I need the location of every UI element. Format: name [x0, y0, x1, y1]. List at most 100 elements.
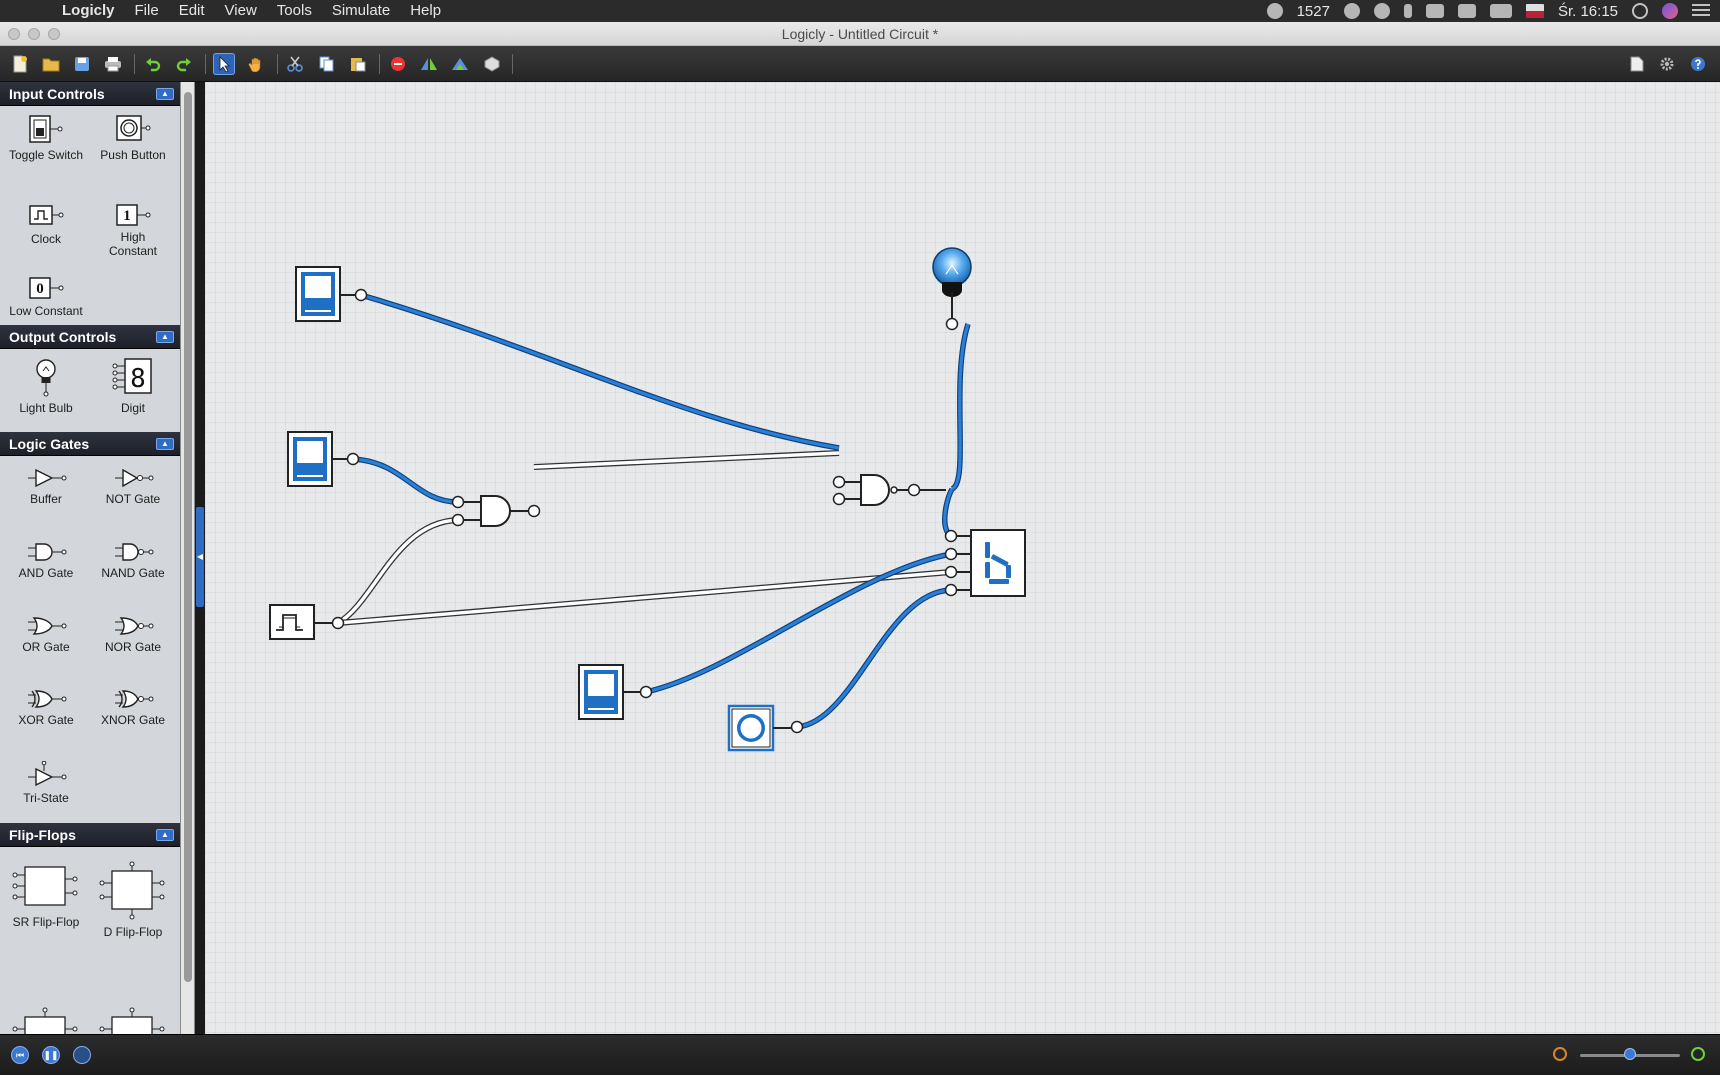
- or-gate-icon: [28, 617, 67, 635]
- save-icon[interactable]: [71, 53, 93, 75]
- collapse-section-button[interactable]: ▲: [156, 331, 174, 343]
- section-header-input-controls[interactable]: Input Controls ▲: [0, 82, 180, 106]
- digit-icon: 8: [112, 358, 152, 394]
- select-arrow-icon[interactable]: [213, 53, 235, 75]
- menu-help[interactable]: Help: [400, 0, 451, 22]
- section-header-output-controls[interactable]: Output Controls ▲: [0, 325, 180, 349]
- toggle-switch-1[interactable]: [295, 266, 368, 322]
- cloud-sync-icon[interactable]: [1343, 3, 1360, 19]
- wire-clock-to-and[interactable]: [336, 517, 459, 626]
- palette-nor-gate[interactable]: NOR Gate: [88, 616, 178, 654]
- section-flip-flops: SR Flip-Flop D Flip-Flop: [0, 847, 180, 1034]
- collapse-section-button[interactable]: ▲: [156, 829, 174, 841]
- collapse-section-button[interactable]: ▲: [156, 438, 174, 450]
- status-app-icon[interactable]: [1266, 3, 1283, 19]
- wifi-icon[interactable]: [1457, 4, 1476, 18]
- input-source-flag-icon[interactable]: [1525, 4, 1544, 18]
- circuit-canvas[interactable]: [205, 82, 1720, 1034]
- pause-icon[interactable]: ❚❚: [42, 1046, 60, 1064]
- tool-label: XOR Gate: [18, 713, 74, 727]
- nand-gate-component[interactable]: [832, 474, 947, 506]
- notification-center-icon[interactable]: [1692, 4, 1710, 18]
- digit-display-component[interactable]: [944, 529, 1026, 597]
- memory-icon[interactable]: [1425, 4, 1444, 18]
- section-header-flip-flops[interactable]: Flip-Flops ▲: [0, 823, 180, 847]
- help-icon[interactable]: [1687, 53, 1709, 75]
- delete-icon[interactable]: [387, 53, 409, 75]
- palette-nand-gate[interactable]: NAND Gate: [88, 542, 178, 580]
- paste-icon[interactable]: [347, 53, 369, 75]
- tool-label: High Constant: [108, 230, 158, 258]
- toggle-switch-2[interactable]: [287, 431, 360, 487]
- zoom-in-icon[interactable]: [1691, 1047, 1705, 1061]
- wire-clock-to-digit[interactable]: [337, 569, 952, 626]
- menu-simulate[interactable]: Simulate: [322, 0, 400, 22]
- palette-push-button[interactable]: Push Button: [88, 114, 178, 162]
- creative-cloud-icon[interactable]: [1373, 3, 1390, 19]
- palette-toggle-switch[interactable]: Toggle Switch: [1, 114, 91, 162]
- palette-buffer[interactable]: Buffer: [1, 468, 91, 506]
- panel-splitter[interactable]: ◀: [195, 82, 205, 1034]
- undo-icon[interactable]: [142, 53, 164, 75]
- cut-icon[interactable]: [284, 53, 306, 75]
- menu-app-name[interactable]: Logicly: [52, 0, 125, 22]
- jk-flip-flop-icon: [12, 1007, 78, 1034]
- toolbar-divider: [205, 54, 206, 74]
- settings-gear-icon[interactable]: [1656, 53, 1678, 75]
- create-ic-icon[interactable]: [481, 53, 503, 75]
- palette-low-constant[interactable]: 0 Low Constant: [1, 276, 91, 318]
- step-forward-icon[interactable]: [73, 1046, 91, 1064]
- palette-high-constant[interactable]: 1 High Constant: [88, 204, 178, 258]
- menu-tools[interactable]: Tools: [267, 0, 322, 22]
- copy-icon[interactable]: [316, 53, 338, 75]
- collapse-panel-handle[interactable]: ◀: [196, 507, 204, 607]
- collapse-section-button[interactable]: ▲: [156, 88, 174, 100]
- flip-vertical-icon[interactable]: [449, 53, 471, 75]
- palette-xnor-gate[interactable]: XNOR Gate: [88, 689, 178, 727]
- palette-and-gate[interactable]: AND Gate: [1, 542, 91, 580]
- palette-t-flip-flop[interactable]: [88, 1007, 178, 1034]
- palette-tri-state[interactable]: Tri-State: [1, 761, 91, 805]
- palette-xor-gate[interactable]: XOR Gate: [1, 689, 91, 727]
- tool-label: Digit: [120, 401, 145, 415]
- palette-scrollbar[interactable]: [181, 82, 195, 1034]
- menubar-clock[interactable]: Śr. 16:15: [1558, 3, 1618, 20]
- palette-digit[interactable]: 8 Digit: [88, 357, 178, 415]
- palette-jk-flip-flop[interactable]: [1, 1007, 91, 1034]
- siri-icon[interactable]: [1662, 3, 1678, 19]
- section-title: Flip-Flops: [9, 827, 76, 843]
- flip-horizontal-icon[interactable]: [418, 53, 440, 75]
- section-logic-gates: Buffer NOT Gate AND Gate NAND Gate OR Ga…: [0, 456, 180, 823]
- spotlight-search-icon[interactable]: [1632, 3, 1648, 19]
- step-back-icon[interactable]: ⏮: [11, 1046, 29, 1064]
- toggle-switch-3[interactable]: [578, 664, 653, 720]
- menu-view[interactable]: View: [215, 0, 267, 22]
- section-header-logic-gates[interactable]: Logic Gates ▲: [0, 432, 180, 456]
- wire-switch2-to-and: [352, 457, 459, 504]
- hand-pan-icon[interactable]: [245, 53, 267, 75]
- menu-file[interactable]: File: [125, 0, 169, 22]
- menubar-status-area: 1527 Śr. 16:15: [1266, 0, 1710, 22]
- new-file-icon[interactable]: [9, 53, 31, 75]
- clock-component[interactable]: [269, 604, 345, 640]
- zoom-slider-thumb[interactable]: [1624, 1048, 1636, 1060]
- zoom-out-icon[interactable]: [1553, 1047, 1567, 1061]
- palette-or-gate[interactable]: OR Gate: [1, 616, 91, 654]
- menu-edit[interactable]: Edit: [169, 0, 215, 22]
- palette-d-flip-flop[interactable]: D Flip-Flop: [88, 861, 178, 939]
- palette-light-bulb[interactable]: Light Bulb: [1, 357, 91, 415]
- battery-icon[interactable]: [1489, 4, 1512, 18]
- export-icon[interactable]: [1626, 53, 1648, 75]
- tool-label: Buffer: [30, 492, 62, 506]
- open-folder-icon[interactable]: [40, 53, 62, 75]
- redo-icon[interactable]: [173, 53, 195, 75]
- light-bulb-component[interactable]: [932, 247, 972, 331]
- palette-not-gate[interactable]: NOT Gate: [88, 468, 178, 506]
- palette-sr-flip-flop[interactable]: SR Flip-Flop: [1, 861, 91, 929]
- print-icon[interactable]: [102, 53, 124, 75]
- scrollbar-thumb[interactable]: [184, 92, 192, 982]
- push-button-component[interactable]: [727, 704, 804, 752]
- bluetooth-icon[interactable]: [1403, 4, 1412, 18]
- palette-clock[interactable]: Clock: [1, 204, 91, 246]
- and-gate-component[interactable]: [451, 495, 541, 527]
